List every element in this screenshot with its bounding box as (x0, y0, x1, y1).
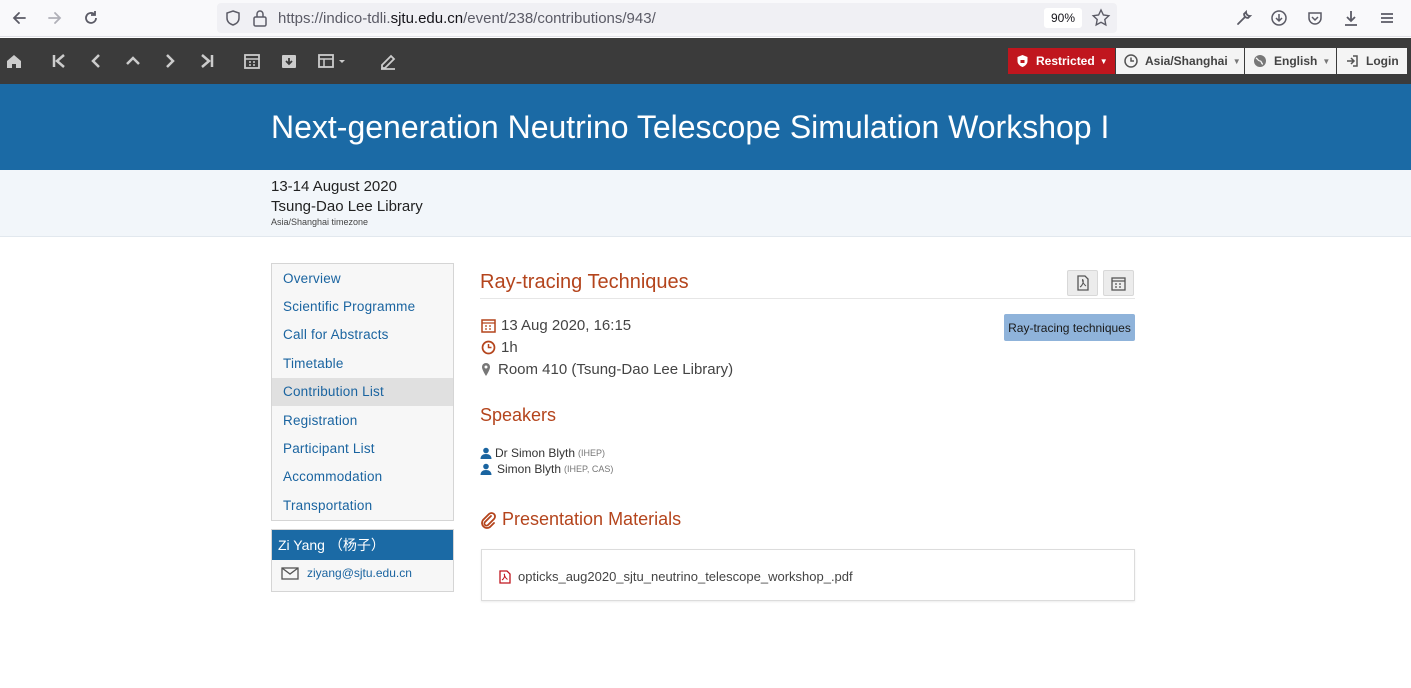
calendar-icon (1111, 276, 1126, 291)
download-circle-icon[interactable] (1267, 6, 1291, 30)
up-icon[interactable] (121, 49, 145, 73)
address-bar[interactable]: https://indico-tdli.sjtu.edu.cn/event/23… (217, 3, 1117, 33)
lock-icon[interactable] (252, 9, 268, 32)
caret-down-icon: ▼ (1232, 56, 1241, 66)
contribution-title: Ray-tracing Techniques (480, 271, 689, 293)
envelope-icon (281, 566, 299, 580)
contact-email: ziyang@sjtu.edu.cn (307, 566, 412, 580)
first-page-icon[interactable] (47, 49, 71, 73)
calendar-icon[interactable] (240, 49, 264, 73)
contact-email-link[interactable]: ziyang@sjtu.edu.cn (281, 566, 412, 580)
shield-icon[interactable] (224, 9, 242, 32)
sidebar-item-contribution-list[interactable]: Contribution List (272, 377, 453, 406)
caret-down-icon: ▼ (1099, 56, 1108, 66)
sidebar-item-registration[interactable]: Registration (272, 406, 453, 434)
event-toolbar: Restricted ▼ Asia/Shanghai ▼ English ▼ L… (0, 38, 1411, 84)
contribution-datetime-row: 13 Aug 2020, 16:15 (480, 317, 631, 334)
timezone-label: Asia/Shanghai (1145, 54, 1228, 68)
event-title[interactable]: Next-generation Neutrino Telescope Simul… (271, 109, 1109, 146)
shield-lock-icon (1016, 54, 1029, 68)
clock-icon (1124, 54, 1138, 68)
material-file-link[interactable]: opticks_aug2020_sjtu_neutrino_telescope_… (499, 569, 853, 584)
title-divider (480, 298, 1135, 299)
login-icon (1345, 54, 1359, 68)
event-header: Next-generation Neutrino Telescope Simul… (0, 84, 1411, 170)
event-timezone-note: Asia/Shanghai timezone (271, 217, 369, 227)
archive-download-icon[interactable] (277, 49, 301, 73)
speaker-name[interactable]: Simon Blyth (497, 462, 561, 476)
caret-down-icon: ▼ (1322, 56, 1331, 66)
speaker-affiliation: (IHEP) (578, 448, 606, 458)
contribution-datetime: 13 Aug 2020, 16:15 (501, 317, 632, 334)
sidebar-item-transportation[interactable]: Transportation (272, 491, 453, 519)
pdf-icon (1076, 275, 1090, 291)
contact-name: Zi Yang （杨子） (272, 530, 453, 560)
speaker-item: Dr Simon Blyth (IHEP) (480, 446, 605, 460)
language-label: English (1274, 54, 1318, 68)
restricted-label: Restricted (1036, 54, 1095, 68)
edit-pencil-icon[interactable] (376, 49, 400, 73)
reload-icon[interactable] (79, 6, 103, 30)
downloads-icon[interactable] (1339, 6, 1363, 30)
layout-dropdown-icon[interactable] (315, 49, 349, 73)
track-badge[interactable]: Ray-tracing techniques (1004, 314, 1135, 341)
hamburger-menu-icon[interactable] (1375, 6, 1399, 30)
speakers-heading: Speakers (480, 405, 557, 425)
contact-box: Zi Yang （杨子） ziyang@sjtu.edu.cn (271, 529, 454, 592)
materials-heading: Presentation Materials (502, 509, 682, 529)
speaker-name[interactable]: Dr Simon Blyth (495, 446, 575, 460)
url-path: /event/238/contributions/943/ (463, 10, 656, 27)
contribution-duration: 1h (501, 339, 518, 356)
last-page-icon[interactable] (195, 49, 219, 73)
map-pin-icon (480, 362, 492, 378)
bookmark-star-icon[interactable] (1091, 8, 1111, 33)
material-file-name: opticks_aug2020_sjtu_neutrino_telescope_… (518, 569, 853, 584)
url-host: sjtu.edu.cn (390, 10, 464, 27)
url-text[interactable]: https://indico-tdli.sjtu.edu.cn/event/23… (278, 10, 656, 27)
browser-toolbar: https://indico-tdli.sjtu.edu.cn/event/23… (0, 0, 1411, 37)
calendar-icon (480, 318, 496, 334)
url-prefix: https://indico-tdli. (278, 10, 391, 27)
calendar-export-button[interactable] (1103, 270, 1134, 296)
speaker-item: Simon Blyth (IHEP, CAS) (480, 462, 613, 476)
clock-icon (480, 340, 496, 356)
sidebar-item-accommodation[interactable]: Accommodation (272, 463, 453, 491)
sidebar-menu: Overview Scientific Programme Call for A… (271, 263, 454, 521)
forward-arrow-icon[interactable] (43, 6, 67, 30)
pocket-icon[interactable] (1303, 6, 1327, 30)
next-icon[interactable] (158, 49, 182, 73)
timezone-button[interactable]: Asia/Shanghai ▼ (1116, 48, 1244, 74)
sidebar-item-participant-list[interactable]: Participant List (272, 434, 453, 462)
login-button[interactable]: Login (1337, 48, 1407, 74)
contribution-room: Room 410 (Tsung-Dao Lee Library) (498, 361, 734, 378)
home-icon[interactable] (2, 49, 26, 73)
person-icon (480, 463, 492, 475)
person-icon (480, 447, 492, 459)
contribution-room-row: Room 410 (Tsung-Dao Lee Library) (480, 361, 733, 378)
event-venue: Tsung-Dao Lee Library (271, 198, 423, 215)
back-arrow-icon[interactable] (7, 6, 31, 30)
sidebar-item-scientific-programme[interactable]: Scientific Programme (272, 292, 453, 320)
contribution-duration-row: 1h (480, 339, 518, 356)
paperclip-icon (480, 511, 496, 529)
language-button[interactable]: English ▼ (1245, 48, 1336, 74)
sidebar-item-timetable[interactable]: Timetable (272, 349, 453, 377)
previous-icon[interactable] (84, 49, 108, 73)
material-box: opticks_aug2020_sjtu_neutrino_telescope_… (481, 549, 1135, 601)
sidebar-item-call-for-abstracts[interactable]: Call for Abstracts (272, 321, 453, 349)
wrench-icon[interactable] (1232, 6, 1256, 30)
event-date: 13-14 August 2020 (271, 178, 397, 195)
zoom-indicator[interactable]: 90% (1044, 8, 1082, 28)
sidebar-item-overview[interactable]: Overview (272, 264, 453, 292)
speaker-affiliation: (IHEP, CAS) (564, 464, 614, 474)
pdf-file-icon (499, 569, 511, 584)
restricted-button[interactable]: Restricted ▼ (1008, 48, 1115, 74)
globe-icon (1253, 54, 1267, 68)
login-label: Login (1366, 54, 1399, 68)
pdf-export-button[interactable] (1067, 270, 1098, 296)
materials-section-heading: Presentation Materials (480, 509, 681, 530)
event-subheader: 13-14 August 2020 Tsung-Dao Lee Library … (0, 170, 1411, 237)
